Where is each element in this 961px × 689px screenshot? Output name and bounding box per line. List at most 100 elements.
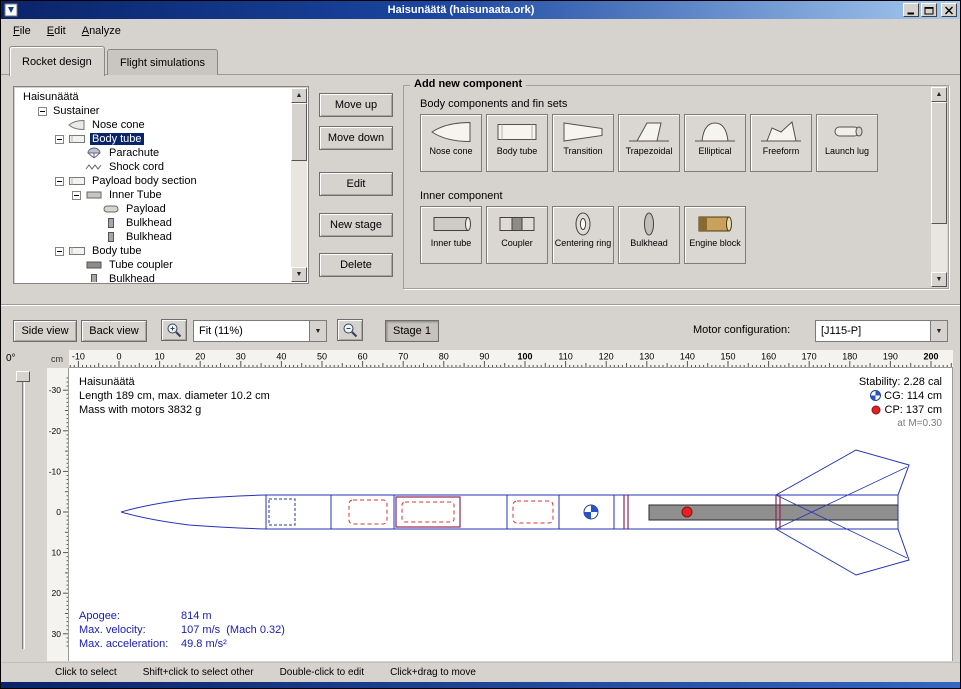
- view-toolbar: Side view Back view Fit (11%) ▼ Stage 1 …: [1, 304, 960, 350]
- flight-stat-apogee: Apogee:814 m: [79, 609, 285, 623]
- rocket-canvas[interactable]: Haisunäätä Length 189 cm, max. diameter …: [69, 368, 953, 661]
- shockcord-icon: [85, 161, 103, 173]
- tree-item-inner-tube[interactable]: Inner Tube: [15, 188, 291, 202]
- maximize-button[interactable]: [921, 3, 937, 17]
- add-engine-block-button[interactable]: Engine block: [684, 206, 746, 264]
- add-component-panel: Add new component Body components and fi…: [403, 85, 949, 289]
- add-nose-cone-button[interactable]: Nose cone: [420, 114, 482, 172]
- nosecone-icon: [68, 119, 86, 131]
- add-trapezoidal-button[interactable]: Trapezoidal: [618, 114, 680, 172]
- zoom-out-button[interactable]: [337, 319, 363, 341]
- tree-item-payload-body-section[interactable]: Payload body section: [15, 174, 291, 188]
- scroll-down-icon[interactable]: ▼: [931, 272, 947, 287]
- cg-marker: [584, 505, 598, 519]
- scrollbar-thumb[interactable]: [291, 103, 307, 161]
- bulkhead-icon: [102, 217, 120, 229]
- motor-configuration-select[interactable]: [J115-P] ▼: [815, 320, 948, 342]
- tree-expander-icon[interactable]: [55, 247, 64, 256]
- svg-text:50: 50: [317, 352, 327, 362]
- title-bar[interactable]: Haisunäätä (haisunaata.ork): [1, 1, 960, 19]
- add-panel-scrollbar[interactable]: ▲ ▼: [931, 87, 947, 287]
- close-button[interactable]: [941, 3, 957, 17]
- scroll-down-icon[interactable]: ▼: [291, 267, 307, 282]
- zoom-out-icon: [342, 322, 358, 338]
- component-label: Nose cone: [429, 146, 472, 156]
- svg-text:10: 10: [155, 352, 165, 362]
- add-launch-lug-button[interactable]: Launch lug: [816, 114, 878, 172]
- stability-value: Stability: 2.28 cal: [859, 375, 942, 389]
- move-up-button[interactable]: Move up: [319, 93, 393, 117]
- zoom-level-select[interactable]: Fit (11%) ▼: [193, 320, 327, 342]
- background-window-strip: [1, 682, 961, 689]
- trapezoidal-icon: [627, 119, 671, 145]
- scroll-up-icon[interactable]: ▲: [931, 87, 947, 102]
- add-body-tube-button[interactable]: Body tube: [486, 114, 548, 172]
- tree-expander-icon[interactable]: [55, 177, 64, 186]
- add-elliptical-button[interactable]: Elliptical: [684, 114, 746, 172]
- tree-item-parachute[interactable]: Parachute: [15, 146, 291, 160]
- add-freeform-button[interactable]: Freeform: [750, 114, 812, 172]
- back-view-button[interactable]: Back view: [81, 320, 147, 342]
- menu-file[interactable]: File: [5, 22, 39, 40]
- tree-item-bulkhead[interactable]: Bulkhead: [15, 272, 291, 282]
- tab-rocket-design[interactable]: Rocket design: [9, 46, 105, 76]
- stage-1-toggle[interactable]: Stage 1: [385, 320, 439, 342]
- bodytube-icon: [495, 119, 539, 145]
- stability-info: Stability: 2.28 cal CG: 114 cm CP: 137 c…: [859, 375, 942, 431]
- tree-item-body-tube[interactable]: Body tube: [15, 244, 291, 258]
- zoom-in-button[interactable]: [161, 319, 187, 341]
- window-controls: [901, 3, 957, 17]
- tree-item-label: Body tube: [90, 133, 144, 145]
- add-centering-ring-button[interactable]: Centering ring: [552, 206, 614, 264]
- add-transition-button[interactable]: Transition: [552, 114, 614, 172]
- scrollbar-thumb[interactable]: [931, 102, 947, 224]
- tree-item-label: Body tube: [90, 245, 144, 257]
- svg-text:-10: -10: [49, 466, 62, 476]
- scroll-up-icon[interactable]: ▲: [291, 88, 307, 103]
- new-stage-button[interactable]: New stage: [319, 213, 393, 237]
- nosecone-icon: [429, 119, 473, 145]
- tree-item-nose-cone[interactable]: Nose cone: [15, 118, 291, 132]
- tree-item-bulkhead[interactable]: Bulkhead: [15, 230, 291, 244]
- tree-expander-icon[interactable]: [72, 191, 81, 200]
- delete-button[interactable]: Delete: [319, 253, 393, 277]
- svg-text:190: 190: [883, 352, 898, 362]
- menu-analyze[interactable]: Analyze: [74, 22, 129, 40]
- tree-item-bulkhead[interactable]: Bulkhead: [15, 216, 291, 230]
- component-label: Bulkhead: [630, 238, 668, 248]
- side-view-button[interactable]: Side view: [13, 320, 77, 342]
- rocket-diagram-area: 0° cm -100102030405060708090100110120130…: [1, 350, 961, 662]
- elliptical-icon: [693, 119, 737, 145]
- scrollbar-track[interactable]: [291, 103, 307, 267]
- component-tree[interactable]: HaisunäätäSustainerNose coneBody tubePar…: [15, 88, 291, 282]
- add-coupler-button[interactable]: Coupler: [486, 206, 548, 264]
- edit-button[interactable]: Edit: [319, 172, 393, 196]
- status-hint: Double-click to edit: [280, 667, 364, 678]
- svg-text:-20: -20: [49, 426, 62, 436]
- tree-scrollbar[interactable]: ▲ ▼: [291, 88, 307, 282]
- tree-item-tube-coupler[interactable]: Tube coupler: [15, 258, 291, 272]
- tree-item-shock-cord[interactable]: Shock cord: [15, 160, 291, 174]
- move-down-button[interactable]: Move down: [319, 126, 393, 150]
- minimize-button[interactable]: [903, 3, 919, 17]
- tab-flight-simulations[interactable]: Flight simulations: [107, 49, 218, 75]
- window-title: Haisunäätä (haisunaata.ork): [21, 4, 901, 16]
- parachute-icon: [85, 147, 103, 159]
- tree-item-haisun-t[interactable]: Haisunäätä: [15, 90, 291, 104]
- tree-item-sustainer[interactable]: Sustainer: [15, 104, 291, 118]
- rotation-slider: [1, 368, 47, 661]
- add-inner-tube-button[interactable]: Inner tube: [420, 206, 482, 264]
- tree-item-payload[interactable]: Payload: [15, 202, 291, 216]
- svg-text:90: 90: [479, 352, 489, 362]
- menu-edit[interactable]: Edit: [39, 22, 74, 40]
- svg-text:-30: -30: [49, 385, 62, 395]
- rotation-slider-handle[interactable]: [16, 371, 30, 382]
- tree-expander-icon[interactable]: [55, 135, 64, 144]
- body-components-row: Nose cone Body tubeTransitionTrapezoidalE…: [420, 114, 878, 172]
- bodytube-icon: [68, 245, 86, 257]
- add-bulkhead-button[interactable]: Bulkhead: [618, 206, 680, 264]
- tree-item-body-tube[interactable]: Body tube: [15, 132, 291, 146]
- tree-expander-icon[interactable]: [38, 107, 47, 116]
- chevron-down-icon: ▼: [930, 321, 947, 341]
- scrollbar-track[interactable]: [931, 102, 947, 272]
